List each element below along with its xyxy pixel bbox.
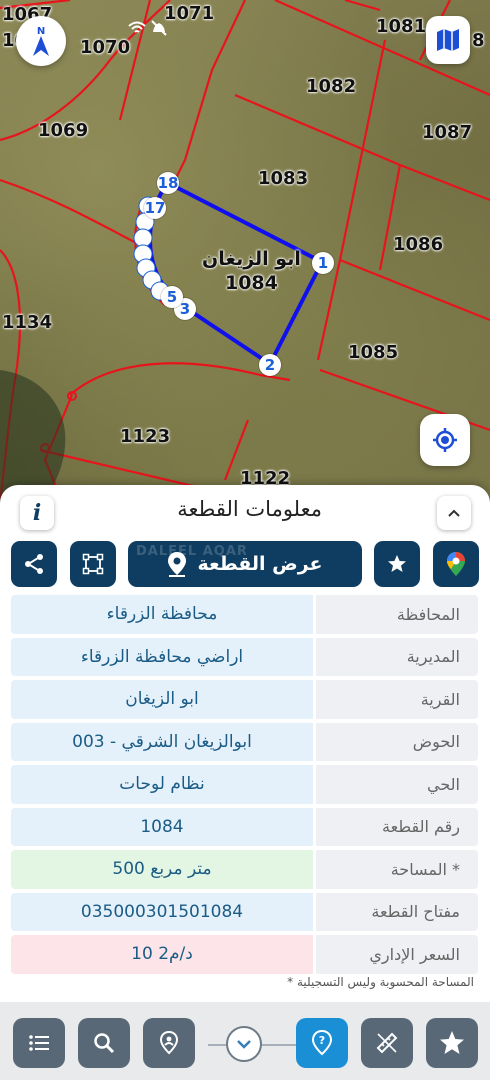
star-icon — [440, 1031, 464, 1054]
info-value: محافظة الزرقاء — [11, 595, 313, 634]
list-icon — [29, 1035, 49, 1051]
info-label: القرية — [316, 680, 478, 719]
my-location-button[interactable] — [420, 414, 470, 466]
map-icon — [437, 29, 459, 51]
sheet-title: معلومات القطعة — [177, 497, 322, 521]
parcel-label: 1134 — [2, 312, 53, 333]
parcel-info-table: محافظة الزرقاء المحافظة اراضي محافظة الز… — [11, 595, 478, 978]
vertex-marker[interactable]: 1 — [312, 252, 334, 274]
favorites-button[interactable] — [426, 1018, 478, 1068]
sheet-header: i معلومات القطعة — [0, 485, 490, 537]
north-arrow-icon: N — [33, 26, 49, 56]
google-maps-icon — [447, 552, 465, 576]
vertex-marker[interactable]: 18 — [157, 172, 179, 194]
google-maps-button[interactable] — [433, 541, 479, 587]
compass-button[interactable]: N — [16, 16, 66, 66]
dock-divider — [208, 1044, 226, 1046]
info-value: 035000301501084 — [11, 892, 313, 931]
wifi-icon — [128, 20, 146, 34]
favorite-button[interactable] — [374, 541, 420, 587]
parcel-label: 8 — [472, 30, 485, 51]
info-label: الحي — [316, 765, 478, 804]
info-label: السعر الإداري — [316, 935, 478, 974]
location-help-icon: ? — [311, 1030, 333, 1056]
info-row-admin-price: 10 د/م2 السعر الإداري — [11, 935, 478, 974]
info-row-directorate: اراضي محافظة الزرقاء المديرية — [11, 637, 478, 676]
parcel-label: 1083 — [258, 168, 309, 189]
info-row-basin: ابوالزيغان الشرقي - 003 الحوض — [11, 722, 478, 761]
parcel-label: 1086 — [393, 234, 444, 255]
parcel-number: 1084 — [224, 272, 278, 294]
location-pin-icon — [159, 1031, 179, 1055]
parcel-owner: ابو الزيغان — [202, 248, 301, 270]
vertex-marker[interactable]: 17 — [144, 197, 166, 219]
svg-text:N: N — [37, 26, 45, 37]
vertex-marker[interactable]: 2 — [259, 354, 281, 376]
location-help-button[interactable]: ? — [296, 1018, 348, 1068]
vertex-marker[interactable]: 5 — [161, 286, 183, 308]
info-value: اراضي محافظة الزرقاء — [11, 637, 313, 676]
info-label: المديرية — [316, 637, 478, 676]
info-value: 500 متر مربع — [11, 850, 313, 889]
parcel-label: 1070 — [80, 37, 131, 58]
info-row-parcel-number: 1084 رقم القطعة — [11, 807, 478, 846]
polygon-icon — [82, 553, 104, 575]
dock-divider — [262, 1044, 296, 1046]
info-label: الحوض — [316, 722, 478, 761]
parcel-info-sheet: i معلومات القطعة DALEEL AQAR عرض القطعة — [0, 485, 490, 1080]
measure-button[interactable] — [361, 1018, 413, 1068]
nearby-button[interactable] — [143, 1018, 195, 1068]
info-label: مفتاح القطعة — [316, 892, 478, 931]
parcel-label: 1069 — [38, 120, 89, 141]
info-row-parcel-key: 035000301501084 مفتاح القطعة — [11, 892, 478, 931]
boundary-shape-button[interactable] — [70, 541, 116, 587]
expand-toolbar-button[interactable] — [226, 1026, 262, 1062]
parcel-label: 1082 — [306, 76, 357, 97]
info-row-village: ابو الزيغان القرية — [11, 680, 478, 719]
map-view[interactable]: 1067 10 1071 1070 1081 8 1082 1069 1087 … — [0, 0, 490, 560]
parcel-label: 1081 — [376, 16, 427, 37]
share-button[interactable] — [11, 541, 57, 587]
parcel-label: 1123 — [120, 426, 171, 447]
info-row-neighborhood: نظام لوحات الحي — [11, 765, 478, 804]
show-parcel-button[interactable]: DALEEL AQAR عرض القطعة — [128, 541, 362, 587]
map-layers-button[interactable] — [426, 16, 470, 64]
share-icon — [25, 554, 43, 574]
info-value: 1084 — [11, 807, 313, 846]
collapse-button[interactable] — [437, 496, 471, 530]
list-button[interactable] — [13, 1018, 65, 1068]
chevron-down-icon — [237, 1040, 251, 1049]
info-row-governorate: محافظة الزرقاء المحافظة — [11, 595, 478, 634]
info-button[interactable]: i — [20, 496, 54, 530]
info-value: ابو الزيغان — [11, 680, 313, 719]
info-label: رقم القطعة — [316, 807, 478, 846]
selected-parcel-label: ابو الزيغان 1084 — [202, 248, 301, 294]
info-icon: i — [32, 500, 42, 526]
watermark: DALEEL AQAR — [136, 544, 248, 559]
parcel-label: 1071 — [164, 3, 215, 24]
info-value: 10 د/م2 — [11, 935, 313, 974]
crosshair-icon — [433, 428, 457, 452]
search-button[interactable] — [78, 1018, 130, 1068]
info-row-area: 500 متر مربع المساحة * — [11, 850, 478, 889]
parcel-label: 1087 — [422, 122, 473, 143]
search-icon — [94, 1033, 115, 1054]
bottom-toolbar: ? — [0, 1002, 490, 1080]
info-value: ابوالزيغان الشرقي - 003 — [11, 722, 313, 761]
measure-icon — [376, 1032, 398, 1054]
svg-text:?: ? — [319, 1034, 325, 1047]
info-value: نظام لوحات — [11, 765, 313, 804]
chevron-up-icon — [448, 509, 460, 517]
area-footnote: * المساحة المحسوبة وليس التسجيلية — [287, 975, 474, 989]
parcel-label: 1085 — [348, 342, 399, 363]
star-badge-icon — [388, 555, 406, 572]
info-label: المحافظة — [316, 595, 478, 634]
info-label: المساحة * — [316, 850, 478, 889]
